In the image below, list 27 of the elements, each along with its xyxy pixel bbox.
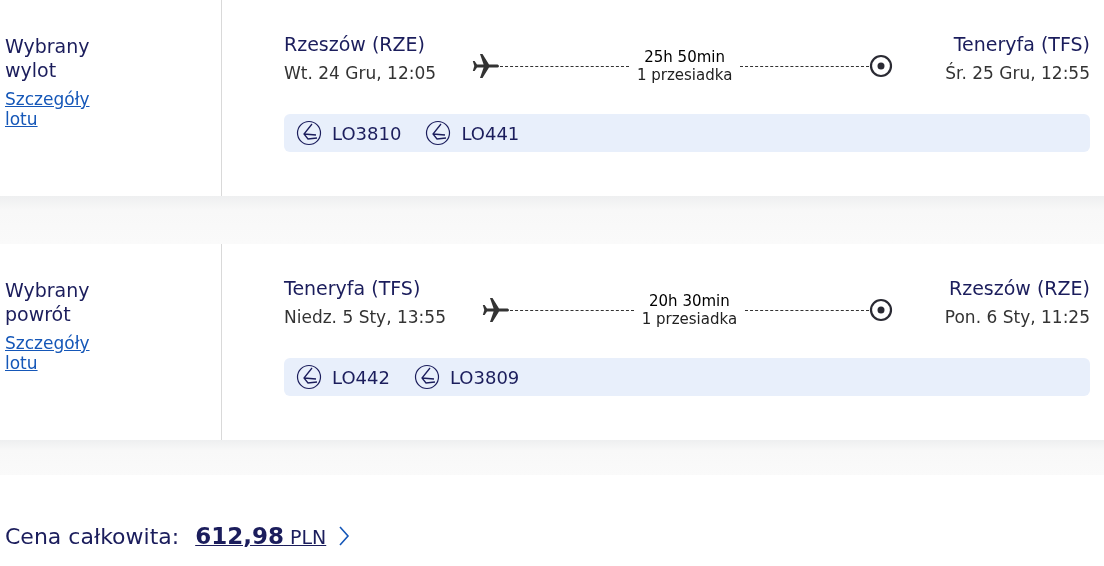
departure-time: Niedz. 5 Sty, 13:55 — [284, 307, 446, 327]
airline-logo-icon — [413, 364, 440, 390]
stops-count: 1 przesiadka — [636, 66, 733, 84]
total-price-link[interactable]: 612,98 PLN — [195, 523, 327, 549]
flight-details-link[interactable]: Szczegóły lotu — [5, 333, 105, 373]
origin-city: Teneryfa (TFS) — [284, 276, 422, 300]
total-price-label: Cena całkowita: — [5, 523, 180, 549]
flight-number: LO442 — [332, 366, 390, 388]
destination-city: Rzeszów (RZE) — [949, 276, 1090, 300]
airline-logo-icon — [296, 120, 322, 146]
airline-logo-icon — [425, 120, 452, 146]
flight-number: LO3810 — [332, 122, 402, 144]
flight-duration: 20h 30min — [649, 292, 730, 310]
arrival-time: Śr. 25 Gru, 12:55 — [945, 63, 1090, 83]
arrival-time: Pon. 6 Sty, 11:25 — [944, 307, 1090, 327]
flight-label: Wybrany powrót — [5, 278, 91, 326]
chevron-right-icon[interactable] — [338, 525, 351, 547]
flight-number: LO3809 — [449, 366, 520, 388]
flight-details-link[interactable]: Szczegóły lotu — [5, 89, 105, 129]
flight-label: Wybrany wylot — [5, 34, 91, 82]
stops-count: 1 przesiadka — [641, 310, 738, 328]
airline-logo-icon — [296, 364, 322, 390]
flight-number: LO441 — [461, 122, 520, 144]
destination-city: Teneryfa (TFS) — [953, 32, 1090, 56]
flight-duration: 25h 50min — [644, 48, 725, 66]
departure-time: Wt. 24 Gru, 12:05 — [284, 63, 437, 83]
origin-city: Rzeszów (RZE) — [284, 32, 426, 56]
